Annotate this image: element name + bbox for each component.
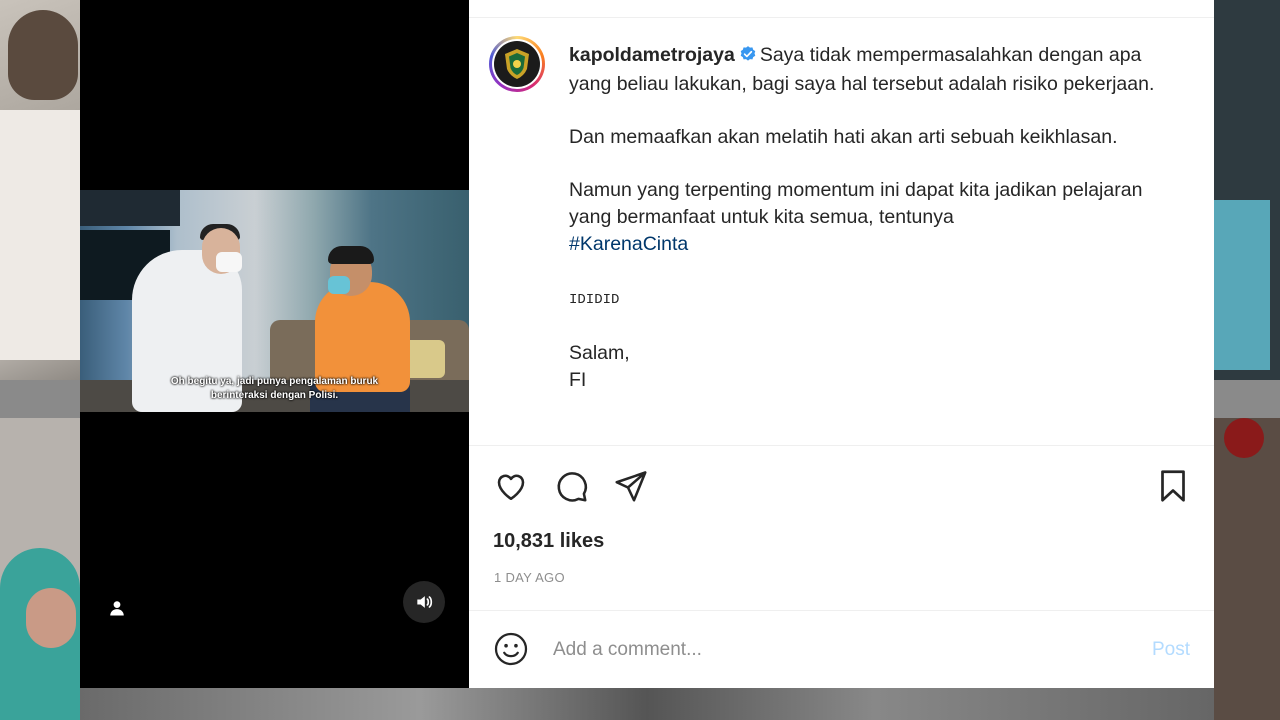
post-actions xyxy=(491,466,1191,506)
divider xyxy=(469,445,1214,446)
background-tile xyxy=(0,0,80,380)
caption-text: Salam, xyxy=(569,342,630,364)
post-info-panel: kapoldametrojaya Saya tidak mempermasalah… xyxy=(469,0,1214,688)
share-button[interactable] xyxy=(613,466,653,506)
heart-icon xyxy=(497,474,525,501)
like-button[interactable] xyxy=(493,466,533,506)
hashtag-link[interactable]: #KarenaCinta xyxy=(569,233,688,255)
emoji-button[interactable] xyxy=(493,631,529,667)
background-tile xyxy=(0,418,80,720)
comment-form: Post xyxy=(469,612,1214,688)
speaker-icon xyxy=(417,596,433,608)
divider xyxy=(469,610,1214,611)
post-media-panel: Oh begitu ya, jadi punya pengalaman buru… xyxy=(80,0,469,688)
background-tile xyxy=(1214,0,1280,380)
user-icon xyxy=(110,601,124,616)
smiley-icon xyxy=(494,632,528,666)
comment-bubble-icon xyxy=(557,472,588,502)
verified-badge-icon xyxy=(739,44,757,71)
avatar[interactable] xyxy=(489,36,545,92)
save-button[interactable] xyxy=(1155,466,1195,506)
post-header xyxy=(469,0,1214,18)
caption-text: Namun yang terpenting momentum ini dapat… xyxy=(569,179,1143,228)
bookmark-icon xyxy=(1161,470,1185,502)
post-comment-button[interactable]: Post xyxy=(1152,639,1190,661)
background-tile xyxy=(1214,418,1280,720)
caption-text: Dan memaafkan akan melatih hati akan art… xyxy=(569,126,1118,148)
comment-button[interactable] xyxy=(553,466,593,506)
comment-input[interactable] xyxy=(553,636,1113,664)
likes-count[interactable]: 10,831 likes xyxy=(493,530,604,553)
tagged-users-button[interactable] xyxy=(107,598,127,618)
post-caption: kapoldametrojaya Saya tidak mempermasalah… xyxy=(569,42,1184,394)
post-timestamp[interactable]: 1 DAY AGO xyxy=(494,570,565,585)
username-link[interactable]: kapoldametrojaya xyxy=(569,44,735,66)
post-video[interactable]: Oh begitu ya, jadi punya pengalaman buru… xyxy=(80,190,469,412)
paper-plane-icon xyxy=(615,471,647,502)
caption-text: FI xyxy=(569,369,587,391)
caption-text: IDIDID xyxy=(569,292,620,308)
sound-toggle-button[interactable] xyxy=(403,581,445,623)
background-tile xyxy=(80,688,1214,720)
police-badge-logo xyxy=(505,49,529,79)
video-subtitle: berinteraksi dengan Polisi. xyxy=(210,390,339,401)
video-subtitle: Oh begitu ya, jadi punya pengalaman buru… xyxy=(170,376,379,387)
